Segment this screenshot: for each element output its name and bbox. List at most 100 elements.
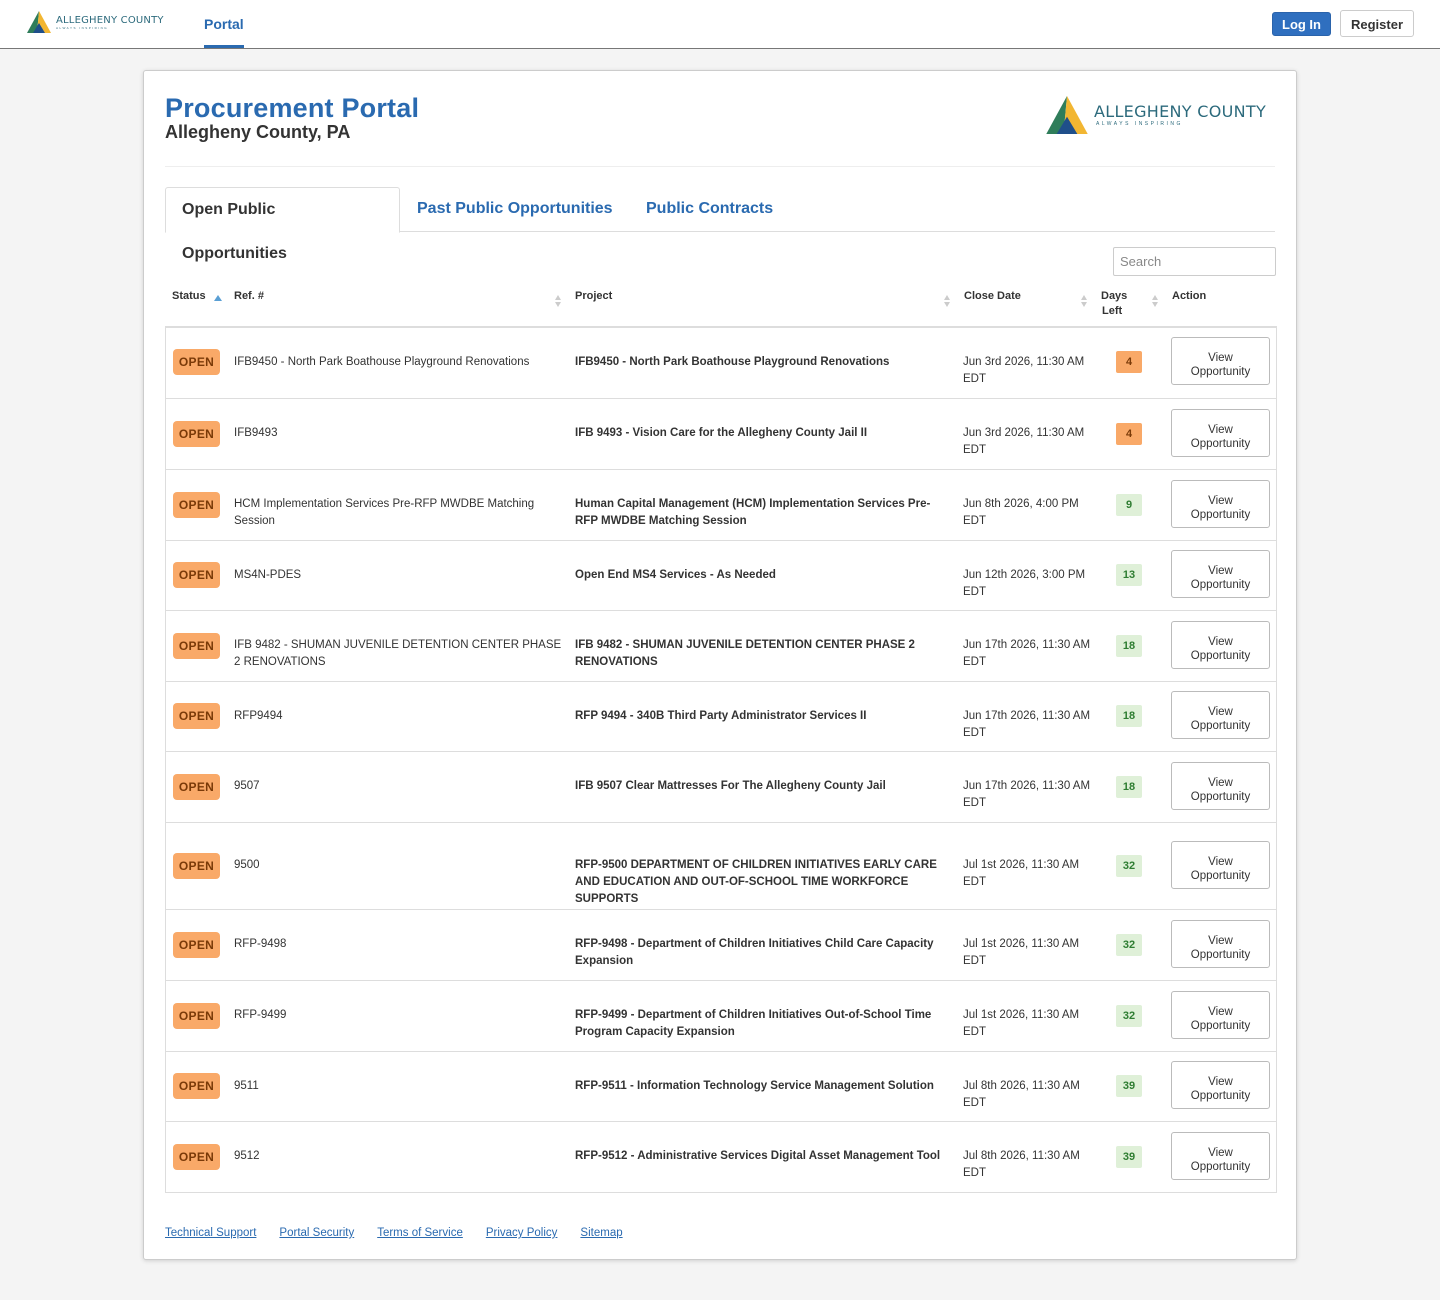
view-opportunity-button[interactable]: View Opportunity	[1171, 990, 1270, 1039]
sort-icon[interactable]	[555, 295, 562, 309]
opportunity-label: Opportunity	[1190, 720, 1251, 732]
view-opportunity-button[interactable]: View Opportunity	[1171, 408, 1270, 457]
status-badge: OPEN	[173, 562, 220, 588]
opportunity-label: Opportunity	[1190, 948, 1251, 961]
days-left-badge: 32	[1116, 933, 1142, 956]
table-body: OPEN IFB9450 - North Park Boathouse Playg…	[165, 328, 1277, 1193]
table-row: OPEN HCM Implementation Services Pre-RFP …	[166, 469, 1276, 540]
project-name: RFP-9498 - Department of Children Initia…	[575, 938, 934, 967]
close-date: Jun 3rd 2026, 11:30 AM EDT	[963, 356, 1085, 385]
close-date: Jun 12th 2026, 3:00 PM EDT	[963, 569, 1086, 598]
project-name: RFP-9512 - Administrative Services Digit…	[575, 1150, 941, 1162]
close-date: Jul 1st 2026, 11:30 AM EDT	[963, 859, 1080, 888]
column-header-close-date[interactable]: Close Date	[964, 289, 1021, 304]
status-badge: OPEN	[173, 491, 220, 518]
view-label: View	[1208, 1076, 1233, 1088]
tab-public-contracts[interactable]: Public Contracts	[630, 187, 789, 233]
ref-number: IFB9493	[234, 427, 278, 439]
footer-link-sitemap[interactable]: Sitemap	[580, 1227, 622, 1239]
close-date: Jun 17th 2026, 11:30 AM EDT	[963, 780, 1091, 809]
status-badge: OPEN	[173, 1002, 220, 1029]
opportunity-label: Opportunity	[1190, 508, 1251, 521]
ref-number: 9511	[234, 1080, 259, 1092]
close-date: Jun 8th 2026, 4:00 PM EDT	[963, 498, 1079, 527]
table-row: OPEN 9512 RFP-9512 - Administrative Servic…	[166, 1121, 1276, 1192]
page-subtitle: Allegheny County, PA	[165, 122, 351, 142]
view-opportunity-button[interactable]: View Opportunity	[1171, 479, 1270, 528]
tab-past-public-opportunities[interactable]: Past Public Opportunities	[401, 187, 629, 233]
login-button[interactable]: Log In	[1272, 12, 1331, 36]
sort-icon[interactable]	[944, 295, 951, 309]
column-header-ref[interactable]: Ref. #	[234, 289, 264, 304]
project-name: Open End MS4 Services - As Needed	[575, 569, 776, 581]
opportunity-label: Opportunity	[1190, 869, 1251, 882]
view-label: View	[1208, 423, 1233, 436]
days-left-badge: 39	[1116, 1145, 1142, 1168]
view-opportunity-button[interactable]: View Opportunity	[1171, 1131, 1270, 1180]
view-opportunity-button[interactable]: View Opportunity	[1171, 1061, 1270, 1109]
ref-number: HCM Implementation Services Pre-RFP MWDB…	[234, 498, 535, 527]
opportunity-label: Opportunity	[1190, 790, 1251, 803]
county-logo-name: ALLEGHENY COUNTY	[1094, 102, 1267, 121]
days-left-badge: 9	[1116, 493, 1142, 516]
column-header-project[interactable]: Project	[575, 289, 612, 304]
footer-link-privacy-policy[interactable]: Privacy Policy	[486, 1227, 558, 1239]
opportunity-tabs: Open Public Opportunities Past Public Op…	[165, 187, 1275, 262]
days-left-badge: 18	[1116, 705, 1142, 727]
page-title: Procurement Portal	[165, 93, 420, 123]
county-logo-tagline: ALWAYS INSPIRING	[1096, 121, 1183, 127]
table-row: OPEN MS4N-PDES Open End MS4 Services - As …	[166, 540, 1276, 610]
nav-tab-portal[interactable]: Portal	[204, 0, 244, 48]
table-row: OPEN IFB 9482 - SHUMAN JUVENILE DETENTION…	[166, 610, 1276, 681]
project-name: IFB9450 - North Park Boathouse Playgroun…	[575, 356, 890, 368]
footer-link-technical-support[interactable]: Technical Support	[165, 1227, 256, 1239]
column-header-days-left[interactable]: Days Left	[1101, 289, 1127, 319]
table-row: OPEN 9511 RFP-9511 - Information Technolog…	[166, 1051, 1276, 1121]
table-row: OPEN RFP9494 RFP 9494 - 340B Third Party A…	[166, 681, 1276, 751]
top-navbar: ALLEGHENY COUNTY ALWAYS INSPIRING Portal…	[0, 0, 1440, 49]
footer-link-terms-of-service[interactable]: Terms of Service	[377, 1227, 463, 1239]
nav-logo[interactable]: ALLEGHENY COUNTY ALWAYS INSPIRING	[27, 11, 164, 33]
view-opportunity-button[interactable]: View Opportunity	[1171, 761, 1270, 810]
view-opportunity-button[interactable]: View Opportunity	[1171, 337, 1270, 385]
opportunity-label: Opportunity	[1190, 437, 1251, 450]
view-label: View	[1208, 565, 1233, 577]
register-button[interactable]: Register	[1340, 10, 1414, 37]
ref-number: RFP9494	[234, 710, 283, 722]
view-label: View	[1208, 635, 1233, 648]
table-row: OPEN RFP-9498 RFP-9498 - Department of Chi…	[166, 909, 1276, 980]
project-name: RFP-9511 - Information Technology Servic…	[575, 1080, 934, 1092]
view-label: View	[1208, 855, 1233, 868]
sort-asc-icon[interactable]	[214, 295, 222, 301]
status-badge: OPEN	[173, 1073, 220, 1099]
project-name: IFB 9482 - SHUMAN JUVENILE DETENTION CEN…	[575, 639, 915, 668]
sort-icon[interactable]	[1152, 295, 1159, 309]
view-opportunity-button[interactable]: View Opportunity	[1171, 550, 1270, 598]
ref-number: 9500	[234, 859, 260, 871]
ref-number: 9507	[234, 780, 260, 792]
view-label: View	[1208, 776, 1233, 789]
allegheny-logo-icon	[27, 11, 51, 33]
view-label: View	[1208, 1146, 1233, 1159]
status-badge: OPEN	[173, 852, 220, 879]
table-row: OPEN 9500 RFP-9500 DEPARTMENT OF CHILDREN …	[166, 822, 1276, 909]
close-date: Jul 8th 2026, 11:30 AM EDT	[963, 1080, 1080, 1109]
view-opportunity-button[interactable]: View Opportunity	[1171, 919, 1270, 968]
view-opportunity-button[interactable]: View Opportunity	[1171, 840, 1270, 889]
table-row: OPEN 9507 IFB 9507 Clear Mattresses For Th…	[166, 751, 1276, 822]
opportunity-label: Opportunity	[1190, 366, 1251, 378]
footer-link-portal-security[interactable]: Portal Security	[279, 1227, 354, 1239]
allegheny-logo-icon	[1046, 96, 1088, 134]
column-header-status[interactable]: Status	[172, 289, 206, 304]
days-left-badge: 32	[1116, 854, 1142, 877]
ref-number: RFP-9498	[234, 938, 287, 950]
days-left-badge: 39	[1116, 1075, 1142, 1097]
days-left-line-1: Days	[1101, 290, 1128, 302]
search-input[interactable]	[1113, 247, 1276, 276]
tab-open-public-opportunities[interactable]: Open Public Opportunities	[165, 187, 400, 262]
close-date: Jun 17th 2026, 11:30 AM EDT	[963, 710, 1091, 739]
days-left-badge: 4	[1116, 351, 1142, 373]
view-opportunity-button[interactable]: View Opportunity	[1171, 691, 1270, 739]
sort-icon[interactable]	[1081, 295, 1088, 309]
view-opportunity-button[interactable]: View Opportunity	[1171, 620, 1270, 669]
